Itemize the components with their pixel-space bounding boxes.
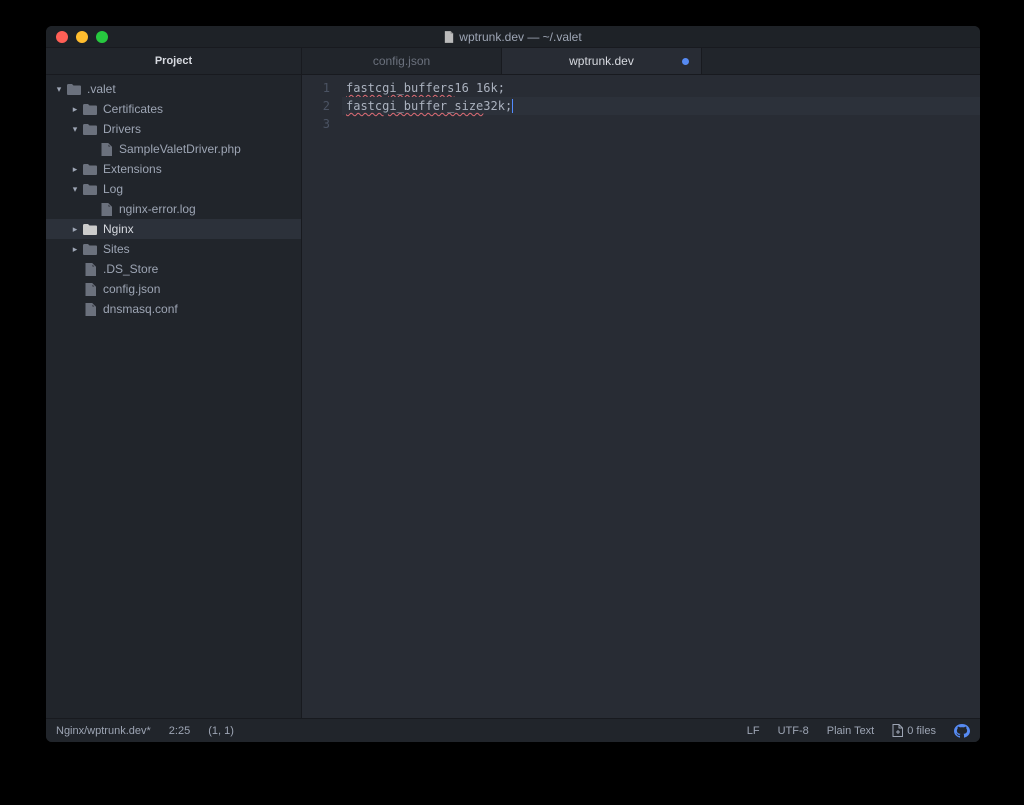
tab-label: wptrunk.dev: [569, 54, 634, 68]
chevron-down-icon[interactable]: ▾: [70, 184, 80, 195]
tree-folder-certificates[interactable]: ▸ Certificates: [46, 99, 301, 119]
project-panel-header: Project: [46, 48, 301, 75]
window-title-text: wptrunk.dev — ~/.valet: [459, 30, 581, 44]
tree-item-label: Certificates: [103, 102, 163, 116]
project-sidebar: Project ▾ .valet ▸ Certificates ▾ Driver…: [46, 48, 302, 718]
window-body: Project ▾ .valet ▸ Certificates ▾ Driver…: [46, 48, 980, 718]
folder-icon: [82, 164, 98, 175]
folder-icon: [82, 184, 98, 195]
tree-item-label: Drivers: [103, 122, 141, 136]
editor-tabs: config.json wptrunk.dev: [302, 48, 980, 75]
tree-item-label: config.json: [103, 282, 160, 296]
tab-config-json[interactable]: config.json: [302, 48, 502, 74]
tree-item-label: SampleValetDriver.php: [119, 142, 241, 156]
maximize-window-button[interactable]: [96, 31, 108, 43]
folder-icon: [82, 104, 98, 115]
line-number: 3: [302, 115, 330, 133]
status-language[interactable]: Plain Text: [827, 725, 875, 737]
tree-file-config-json[interactable]: config.json: [46, 279, 301, 299]
tree-folder-drivers[interactable]: ▾ Drivers: [46, 119, 301, 139]
code-lines[interactable]: fastcgi_buffers 16 16k; fastcgi_buffer_s…: [342, 79, 980, 718]
line-number: 2: [302, 97, 330, 115]
code-token: 16 16k;: [454, 79, 505, 97]
tab-wptrunk-dev[interactable]: wptrunk.dev: [502, 48, 702, 74]
code-line[interactable]: fastcgi_buffers 16 16k;: [342, 79, 980, 97]
chevron-right-icon[interactable]: ▸: [70, 224, 80, 235]
tree-folder-log[interactable]: ▾ Log: [46, 179, 301, 199]
status-line-ending[interactable]: LF: [747, 725, 760, 737]
file-tree[interactable]: ▾ .valet ▸ Certificates ▾ Drivers: [46, 75, 301, 718]
traffic-lights: [46, 31, 108, 43]
tree-file-dnsmasq-conf[interactable]: dnsmasq.conf: [46, 299, 301, 319]
tree-item-label: dnsmasq.conf: [103, 302, 178, 316]
tree-item-label: .DS_Store: [103, 262, 158, 276]
code-token: fastcgi_buffers: [346, 79, 454, 97]
text-cursor: [512, 99, 513, 113]
tree-file-nginx-error-log[interactable]: nginx-error.log: [46, 199, 301, 219]
code-token: 32k;: [483, 97, 512, 115]
folder-icon: [82, 124, 98, 135]
code-line[interactable]: [342, 115, 980, 133]
tree-file-samplevaletdriver[interactable]: SampleValetDriver.php: [46, 139, 301, 159]
tree-folder-extensions[interactable]: ▸ Extensions: [46, 159, 301, 179]
folder-icon: [82, 244, 98, 255]
tree-item-label: Nginx: [103, 222, 134, 236]
editor-window: wptrunk.dev — ~/.valet Project ▾ .valet …: [46, 26, 980, 742]
minimize-window-button[interactable]: [76, 31, 88, 43]
chevron-down-icon[interactable]: ▾: [54, 84, 64, 95]
status-git-files-label: 0 files: [907, 725, 936, 737]
modified-indicator-icon: [682, 58, 689, 65]
titlebar[interactable]: wptrunk.dev — ~/.valet: [46, 26, 980, 48]
chevron-right-icon[interactable]: ▸: [70, 104, 80, 115]
code-token: fastcgi_buffer_size: [346, 97, 483, 115]
tree-file-dsstore[interactable]: .DS_Store: [46, 259, 301, 279]
tree-item-label: nginx-error.log: [119, 202, 196, 216]
file-icon: [82, 283, 98, 296]
code-editor[interactable]: 1 2 3 fastcgi_buffers 16 16k; fastcgi_bu…: [302, 75, 980, 718]
github-icon[interactable]: [954, 724, 970, 738]
tree-folder-sites[interactable]: ▸ Sites: [46, 239, 301, 259]
line-number: 1: [302, 79, 330, 97]
file-icon: [82, 303, 98, 316]
tree-item-label: Sites: [103, 242, 130, 256]
close-window-button[interactable]: [56, 31, 68, 43]
status-position[interactable]: (1, 1): [208, 725, 234, 737]
document-icon: [444, 31, 454, 43]
status-encoding[interactable]: UTF-8: [778, 725, 809, 737]
line-gutter: 1 2 3: [302, 79, 342, 718]
tree-item-label: Log: [103, 182, 123, 196]
file-icon: [82, 263, 98, 276]
tree-folder-root[interactable]: ▾ .valet: [46, 79, 301, 99]
chevron-right-icon[interactable]: ▸: [70, 164, 80, 175]
chevron-right-icon[interactable]: ▸: [70, 244, 80, 255]
tree-item-label: .valet: [87, 82, 116, 96]
tab-label: config.json: [373, 54, 430, 68]
file-icon: [892, 724, 903, 737]
editor-area: config.json wptrunk.dev 1 2 3 fastcgi_bu…: [302, 48, 980, 718]
code-line[interactable]: fastcgi_buffer_size 32k;: [342, 97, 980, 115]
file-icon: [98, 143, 114, 156]
file-icon: [98, 203, 114, 216]
folder-icon: [66, 84, 82, 95]
status-bar: Nginx/wptrunk.dev* 2:25 (1, 1) LF UTF-8 …: [46, 718, 980, 742]
status-file-path[interactable]: Nginx/wptrunk.dev*: [56, 725, 151, 737]
tree-folder-nginx[interactable]: ▸ Nginx: [46, 219, 301, 239]
chevron-down-icon[interactable]: ▾: [70, 124, 80, 135]
folder-icon: [82, 224, 98, 235]
status-git-files[interactable]: 0 files: [892, 724, 936, 737]
tree-item-label: Extensions: [103, 162, 162, 176]
window-title: wptrunk.dev — ~/.valet: [46, 30, 980, 44]
status-line-col[interactable]: 2:25: [169, 725, 190, 737]
